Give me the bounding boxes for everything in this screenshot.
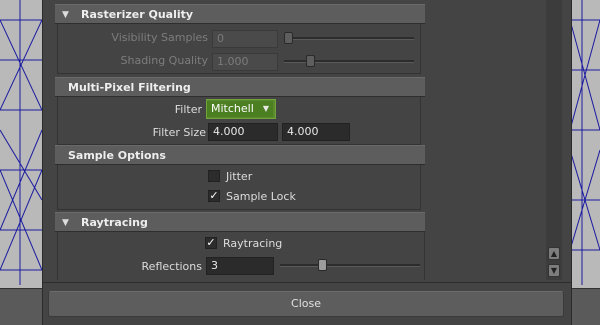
triangle-down-icon: ▼ [550,266,558,275]
shading-quality-label: Shading Quality [120,54,209,67]
section-body-sample-options: Jitter ✓ Sample Lock [57,165,421,210]
checkmark-icon: ✓ [206,236,216,249]
filter-dropdown-value: Mitchell [207,101,261,117]
jitter-label: Jitter [226,170,253,183]
shading-quality-slider-handle[interactable] [306,55,315,67]
section-body-rasterizer-quality: Visibility Samples 0 Shading Quality 1.0… [57,24,421,74]
reflections-field[interactable]: 3 [206,257,274,275]
wireframe-left [0,0,42,285]
divider [43,282,571,283]
close-button[interactable]: Close [48,291,564,317]
section-body-raytracing: ✓ Raytracing Reflections 3 [57,232,425,280]
jitter-checkbox[interactable] [208,170,220,182]
section-header-sample-options[interactable]: Sample Options [55,145,425,165]
settings-scroll-area[interactable]: ▼ Rasterizer Quality Visibility Samples … [55,0,555,280]
viewport-bottom-bar-right [570,288,600,325]
section-title: Rasterizer Quality [81,8,194,21]
filter-label: Filter [174,103,202,116]
filter-dropdown[interactable]: Mitchell ▼ [206,99,276,119]
visibility-samples-slider-handle[interactable] [284,32,293,44]
wireframe-right [570,0,600,285]
viewport-bottom-bar-left [0,288,42,325]
raytracing-checkbox[interactable]: ✓ [205,237,217,249]
section-header-raytracing[interactable]: ▼ Raytracing [55,212,425,232]
settings-scrollbar[interactable]: ▲ ▼ [546,0,562,280]
filter-size-y-field[interactable]: 4.000 [282,123,350,141]
raytracing-label: Raytracing [223,237,283,250]
viewport-right [570,0,600,325]
scroll-up-button[interactable]: ▲ [548,247,560,260]
viewport-left [0,0,42,325]
section-title: Multi-Pixel Filtering [68,81,191,94]
filter-size-x-field[interactable]: 4.000 [208,123,278,141]
sample-lock-checkbox[interactable]: ✓ [208,190,220,202]
reflections-slider-handle[interactable] [318,259,327,271]
shading-quality-slider-track[interactable] [284,60,414,63]
filter-size-label: Filter Size [152,126,206,139]
visibility-samples-field[interactable]: 0 [212,30,278,48]
section-header-multi-pixel-filtering[interactable]: Multi-Pixel Filtering [55,77,425,97]
section-body-multi-pixel-filtering: Filter Mitchell ▼ Filter Size 4.000 4.00… [57,97,421,145]
triangle-up-icon: ▲ [550,249,558,258]
visibility-samples-slider-track[interactable] [284,37,414,40]
sample-lock-label: Sample Lock [226,190,296,203]
section-title: Raytracing [81,216,148,229]
reflections-label: Reflections [141,260,202,273]
expand-triangle-icon: ▼ [62,10,69,20]
scroll-down-button[interactable]: ▼ [548,264,560,277]
section-title: Sample Options [68,149,166,162]
render-settings-panel: ▼ Rasterizer Quality Visibility Samples … [42,0,572,325]
visibility-samples-label: Visibility Samples [111,31,208,44]
expand-triangle-icon: ▼ [62,218,69,228]
shading-quality-field[interactable]: 1.000 [212,53,278,71]
section-header-rasterizer-quality[interactable]: ▼ Rasterizer Quality [55,4,425,24]
reflections-slider-track[interactable] [280,264,420,267]
chevron-down-icon[interactable]: ▼ [259,101,273,117]
checkmark-icon: ✓ [209,189,219,202]
